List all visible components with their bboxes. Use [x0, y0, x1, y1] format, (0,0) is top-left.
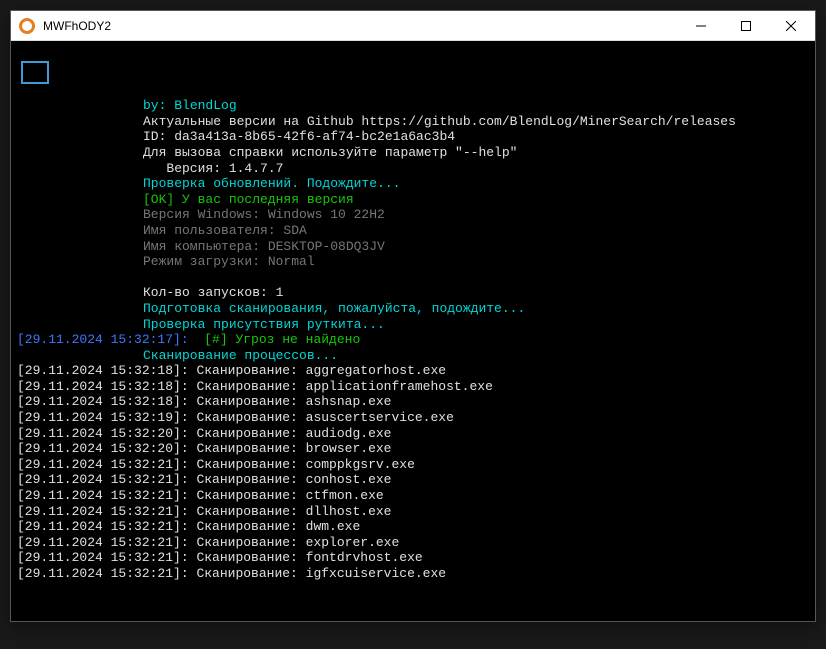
- id-line: ID: da3a413a-8b65-42f6-af74-bc2e1a6ac3b4: [17, 129, 809, 145]
- scan-line: [29.11.2024 15:32:21]: Сканирование: dll…: [17, 504, 809, 520]
- scan-process: comppkgsrv.exe: [306, 457, 415, 472]
- scan-timestamp: [29.11.2024 15:32:18]:: [17, 363, 196, 378]
- scan-line: [29.11.2024 15:32:18]: Сканирование: agg…: [17, 363, 809, 379]
- scan-process: dllhost.exe: [306, 504, 392, 519]
- version-value: 1.4.7.7: [229, 161, 284, 176]
- scan-timestamp: [29.11.2024 15:32:21]:: [17, 566, 196, 581]
- author-prefix: by:: [143, 98, 174, 113]
- scan-timestamp: [29.11.2024 15:32:21]:: [17, 488, 196, 503]
- scan-timestamp: [29.11.2024 15:32:21]:: [17, 550, 196, 565]
- win-version: Версия Windows: Windows 10 22H2: [17, 207, 809, 223]
- scan-lines: [29.11.2024 15:32:18]: Сканирование: agg…: [17, 363, 809, 581]
- scan-label: Сканирование:: [196, 426, 305, 441]
- hostname: Имя компьютера: DESKTOP-08DQ3JV: [17, 239, 809, 255]
- scan-timestamp: [29.11.2024 15:32:21]:: [17, 535, 196, 550]
- scan-label: Сканирование:: [196, 457, 305, 472]
- scan-line: [29.11.2024 15:32:19]: Сканирование: asu…: [17, 410, 809, 426]
- scan-line: [29.11.2024 15:32:21]: Сканирование: com…: [17, 457, 809, 473]
- scan-label: Сканирование:: [196, 379, 305, 394]
- scan-line: [29.11.2024 15:32:20]: Сканирование: bro…: [17, 441, 809, 457]
- scan-timestamp: [29.11.2024 15:32:21]:: [17, 457, 196, 472]
- scan-process: ashsnap.exe: [306, 394, 392, 409]
- close-button[interactable]: [768, 12, 813, 40]
- scan-label: Сканирование:: [196, 472, 305, 487]
- scan-line: [29.11.2024 15:32:21]: Сканирование: con…: [17, 472, 809, 488]
- scan-timestamp: [29.11.2024 15:32:20]:: [17, 441, 196, 456]
- scan-line: [29.11.2024 15:32:21]: Сканирование: ctf…: [17, 488, 809, 504]
- scan-timestamp: [29.11.2024 15:32:18]:: [17, 394, 196, 409]
- scan-label: Сканирование:: [196, 410, 305, 425]
- rootkit-check: Проверка присутствия руткита...: [17, 317, 809, 333]
- update-check: Проверка обновлений. Подождите...: [17, 176, 809, 192]
- help-line: Для вызова справки используйте параметр …: [17, 145, 809, 161]
- scan-label: Сканирование:: [196, 394, 305, 409]
- scan-process: explorer.exe: [306, 535, 400, 550]
- scan-line: [29.11.2024 15:32:18]: Сканирование: app…: [17, 379, 809, 395]
- scan-process: conhost.exe: [306, 472, 392, 487]
- author-name: BlendLog: [174, 98, 236, 113]
- scan-label: Сканирование:: [196, 441, 305, 456]
- minimize-button[interactable]: [678, 12, 723, 40]
- scan-timestamp: [29.11.2024 15:32:21]:: [17, 504, 196, 519]
- scan-process: audiodg.exe: [306, 426, 392, 441]
- app-window: MWFhODY2 by: BlendLogАктуальные версии н…: [10, 10, 816, 622]
- ok-text: У вас последняя версия: [182, 192, 354, 207]
- scan-process: igfxcuiservice.exe: [306, 566, 446, 581]
- version-label: Версия:: [143, 161, 229, 176]
- logo-box: [21, 61, 49, 85]
- scan-processes: Сканирование процессов...: [17, 348, 809, 364]
- scan-timestamp: [29.11.2024 15:32:21]:: [17, 472, 196, 487]
- scan-label: Сканирование:: [196, 488, 305, 503]
- scan-line: [29.11.2024 15:32:21]: Сканирование: exp…: [17, 535, 809, 551]
- ok-prefix: [OK]: [143, 192, 182, 207]
- scan-line: [29.11.2024 15:32:21]: Сканирование: fon…: [17, 550, 809, 566]
- scan-line: [29.11.2024 15:32:21]: Сканирование: dwm…: [17, 519, 809, 535]
- scan-label: Сканирование:: [196, 519, 305, 534]
- scan-label: Сканирование:: [196, 535, 305, 550]
- username: Имя пользователя: SDA: [17, 223, 809, 239]
- timestamp: [29.11.2024 15:32:17]:: [17, 332, 204, 347]
- runs: Кол-во запусков: 1: [17, 285, 809, 301]
- scan-timestamp: [29.11.2024 15:32:20]:: [17, 426, 196, 441]
- prepare-scan: Подготовка сканирования, пожалуйста, под…: [17, 301, 809, 317]
- scan-process: browser.exe: [306, 441, 392, 456]
- scan-process: fontdrvhost.exe: [306, 550, 423, 565]
- app-icon: [19, 18, 35, 34]
- scan-timestamp: [29.11.2024 15:32:19]:: [17, 410, 196, 425]
- scan-process: applicationframehost.exe: [306, 379, 493, 394]
- scan-process: asuscertservice.exe: [306, 410, 454, 425]
- scan-line: [29.11.2024 15:32:18]: Сканирование: ash…: [17, 394, 809, 410]
- scan-timestamp: [29.11.2024 15:32:18]:: [17, 379, 196, 394]
- scan-label: Сканирование:: [196, 566, 305, 581]
- scan-process: aggregatorhost.exe: [306, 363, 446, 378]
- scan-timestamp: [29.11.2024 15:32:21]:: [17, 519, 196, 534]
- scan-line: [29.11.2024 15:32:21]: Сканирование: igf…: [17, 566, 809, 582]
- maximize-button[interactable]: [723, 12, 768, 40]
- scan-label: Сканирование:: [196, 550, 305, 565]
- scan-process: dwm.exe: [306, 519, 361, 534]
- titlebar[interactable]: MWFhODY2: [11, 11, 815, 41]
- scan-line: [29.11.2024 15:32:20]: Сканирование: aud…: [17, 426, 809, 442]
- scan-label: Сканирование:: [196, 363, 305, 378]
- bootmode: Режим загрузки: Normal: [17, 254, 809, 270]
- window-title: MWFhODY2: [43, 19, 678, 33]
- releases-line: Актуальные версии на Github https://gith…: [17, 114, 809, 130]
- no-threats: [#] Угроз не найдено: [204, 332, 360, 347]
- scan-label: Сканирование:: [196, 504, 305, 519]
- scan-process: ctfmon.exe: [306, 488, 384, 503]
- terminal-output[interactable]: by: BlendLogАктуальные версии на Github …: [11, 41, 815, 621]
